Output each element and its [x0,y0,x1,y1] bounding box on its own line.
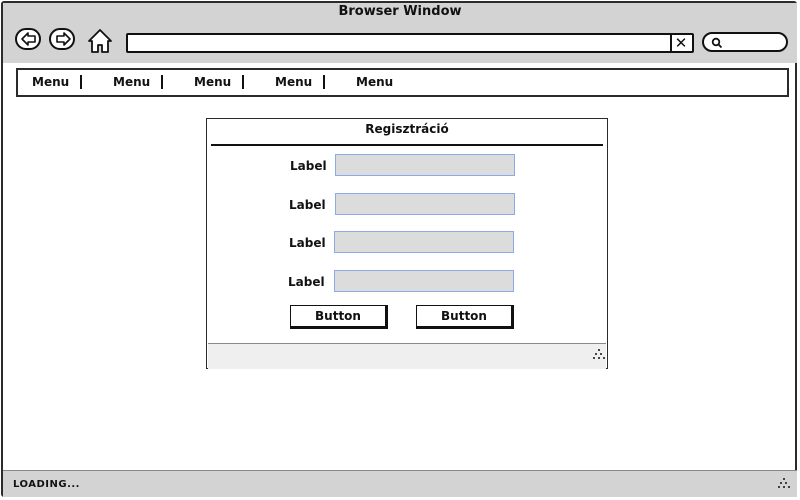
menu-item-4[interactable]: Menu [275,75,312,89]
dialog-title: Regisztráció [365,122,449,136]
status-text: LOADING... [13,479,80,490]
resize-grip-icon[interactable] [592,348,606,362]
field-label-4: Label [288,275,325,289]
menu-bar: Menu Menu Menu Menu Menu [16,68,789,97]
menu-separator [80,75,82,89]
menu-separator [323,75,325,89]
home-button[interactable] [87,28,113,54]
forward-arrow-icon [56,32,71,46]
field-label-1: Label [290,159,327,173]
text-field-2[interactable] [335,193,515,215]
back-arrow-icon [21,32,36,46]
menu-item-5[interactable]: Menu [356,75,393,89]
text-field-3[interactable] [334,231,514,253]
window-title: Browser Window [338,4,462,19]
text-field-1[interactable] [335,154,515,176]
registration-dialog: Regisztráció Label Label Label Label But… [206,118,608,369]
search-box[interactable] [702,32,788,52]
field-label-3: Label [289,236,326,250]
menu-item-2[interactable]: Menu [113,75,150,89]
menu-separator [161,75,163,89]
first-action-button[interactable]: Button [290,305,388,329]
menu-item-3[interactable]: Menu [194,75,231,89]
resize-grip-icon[interactable] [777,477,791,491]
dialog-divider [211,144,603,146]
text-field-4[interactable] [334,270,514,292]
menu-separator [242,75,244,89]
browser-status-bar: LOADING... [3,470,797,497]
home-icon [88,29,112,53]
field-label-2: Label [289,198,326,212]
forward-button[interactable] [49,28,75,50]
second-action-button[interactable]: Button [416,305,514,329]
dialog-status-bar [208,343,606,369]
menu-item-1[interactable]: Menu [32,75,69,89]
search-icon [711,37,723,49]
back-button[interactable] [15,28,41,50]
address-bar[interactable]: ✕ [126,33,694,53]
close-icon[interactable]: ✕ [670,35,690,51]
